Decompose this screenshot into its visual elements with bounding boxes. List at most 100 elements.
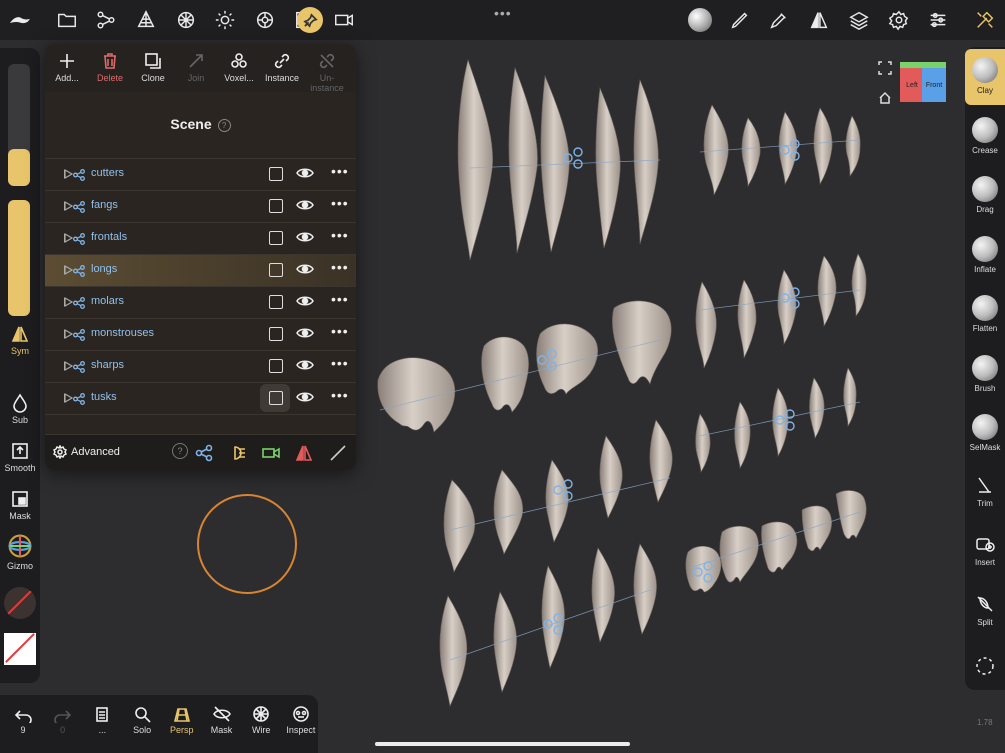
visibility-eye-icon[interactable] bbox=[296, 294, 314, 308]
settings-icon[interactable] bbox=[887, 8, 911, 32]
bottom-tool-undo[interactable]: 9 bbox=[3, 705, 43, 735]
scene-tree-icon[interactable] bbox=[94, 8, 118, 32]
tool-select-lasso[interactable] bbox=[965, 655, 1005, 680]
scene-row-cutters[interactable]: cutters ••• bbox=[45, 158, 356, 190]
select-checkbox[interactable] bbox=[269, 167, 283, 181]
material-icon[interactable] bbox=[174, 8, 198, 32]
row-more-button[interactable]: ••• bbox=[331, 291, 349, 307]
delete-button[interactable]: Delete bbox=[90, 52, 130, 83]
light-icon[interactable] bbox=[213, 8, 237, 32]
footer-help-icon[interactable]: ? bbox=[172, 443, 188, 459]
layers-icon[interactable] bbox=[847, 8, 871, 32]
tool-trim[interactable]: Trim bbox=[965, 466, 1005, 522]
scene-row-longs[interactable]: longs ••• bbox=[45, 254, 356, 286]
tool-gizmo-label: Gizmo bbox=[6, 561, 33, 571]
select-checkbox[interactable] bbox=[269, 391, 283, 405]
tool-inflate[interactable]: Inflate bbox=[965, 228, 1005, 284]
shading-icon[interactable] bbox=[253, 8, 277, 32]
scene-row-tusks[interactable]: tusks ••• bbox=[45, 382, 356, 414]
folder-icon[interactable] bbox=[55, 8, 79, 32]
scene-row-molars[interactable]: molars ••• bbox=[45, 286, 356, 318]
matcap-icon[interactable] bbox=[687, 7, 713, 33]
advanced-button[interactable]: Advanced bbox=[52, 444, 120, 460]
bottom-tool-history[interactable]: ... bbox=[82, 705, 122, 735]
symmetry-icon[interactable] bbox=[807, 8, 831, 32]
eyedropper-icon[interactable] bbox=[767, 8, 791, 32]
scene-row-sharps[interactable]: sharps ••• bbox=[45, 350, 356, 382]
row-more-button[interactable]: ••• bbox=[331, 163, 349, 179]
visibility-eye-icon[interactable] bbox=[296, 326, 314, 340]
row-more-button[interactable]: ••• bbox=[331, 227, 349, 243]
bottom-tool-mask-hide[interactable]: Mask bbox=[202, 705, 242, 735]
intensity-slider[interactable] bbox=[8, 200, 30, 316]
instance-button[interactable]: Instance bbox=[262, 52, 302, 83]
tools-icon[interactable] bbox=[973, 8, 997, 32]
tool-crease[interactable]: Crease bbox=[965, 109, 1005, 165]
texture-swatch[interactable] bbox=[4, 633, 36, 665]
radius-slider[interactable] bbox=[8, 64, 30, 186]
tool-sub[interactable]: Sub bbox=[0, 393, 40, 425]
select-checkbox[interactable] bbox=[269, 295, 283, 309]
topology-icon[interactable] bbox=[134, 8, 158, 32]
select-checkbox[interactable] bbox=[269, 327, 283, 341]
footer-symmetry-icon[interactable] bbox=[295, 444, 313, 462]
join-button[interactable]: Join bbox=[176, 52, 216, 83]
visibility-eye-icon[interactable] bbox=[296, 262, 314, 276]
tool-mask[interactable]: Mask bbox=[0, 489, 40, 521]
help-icon[interactable]: ? bbox=[217, 118, 231, 132]
tool-flatten[interactable]: Flatten bbox=[965, 287, 1005, 343]
clone-button[interactable]: Clone bbox=[133, 52, 173, 83]
visibility-eye-icon[interactable] bbox=[296, 390, 314, 404]
scene-row-fangs[interactable]: fangs ••• bbox=[45, 190, 356, 222]
home-view-icon[interactable] bbox=[878, 91, 892, 105]
tool-gizmo[interactable]: Gizmo bbox=[0, 533, 40, 571]
select-checkbox[interactable] bbox=[269, 231, 283, 245]
select-checkbox[interactable] bbox=[269, 263, 283, 277]
camera-icon[interactable] bbox=[332, 8, 356, 32]
bottom-tool-redo[interactable]: 0 bbox=[43, 705, 83, 735]
view-cube-front[interactable]: Front bbox=[922, 68, 946, 102]
view-cube-left[interactable]: Left bbox=[900, 68, 924, 102]
tool-split[interactable]: Split bbox=[965, 585, 1005, 641]
uninstance-button[interactable]: Un-instance bbox=[305, 52, 349, 93]
tool-insert[interactable]: Insert bbox=[965, 525, 1005, 581]
bottom-tool-inspect[interactable]: Inspect bbox=[281, 705, 321, 735]
fullscreen-icon[interactable] bbox=[878, 61, 892, 75]
symmetry-toggle[interactable]: Sym bbox=[0, 324, 40, 356]
visibility-eye-icon[interactable] bbox=[296, 166, 314, 180]
visibility-eye-icon[interactable] bbox=[296, 198, 314, 212]
tool-clay[interactable]: Clay bbox=[965, 49, 1005, 105]
home-indicator[interactable] bbox=[375, 742, 630, 746]
row-more-button[interactable]: ••• bbox=[331, 355, 349, 371]
tool-selmask[interactable]: SelMask bbox=[965, 406, 1005, 462]
row-more-button[interactable]: ••• bbox=[331, 323, 349, 339]
row-more-button[interactable]: ••• bbox=[331, 195, 349, 211]
bottom-tool-solo[interactable]: Solo bbox=[122, 705, 162, 735]
scene-row-monstrouses[interactable]: monstrouses ••• bbox=[45, 318, 356, 350]
footer-camera-icon[interactable] bbox=[262, 444, 280, 462]
row-more-button[interactable]: ••• bbox=[331, 259, 349, 275]
select-checkbox[interactable] bbox=[269, 359, 283, 373]
bottom-tool-persp[interactable]: Persp bbox=[162, 705, 202, 735]
scene-row-frontals[interactable]: frontals ••• bbox=[45, 222, 356, 254]
tool-smooth[interactable]: Smooth bbox=[0, 441, 40, 473]
brush-pen-icon[interactable] bbox=[728, 8, 752, 32]
sliders-icon[interactable] bbox=[926, 8, 950, 32]
view-cube[interactable]: Left Front bbox=[900, 62, 946, 102]
footer-share-icon[interactable] bbox=[195, 444, 213, 462]
select-checkbox[interactable] bbox=[269, 199, 283, 213]
footer-line-icon[interactable] bbox=[329, 444, 347, 462]
visibility-eye-icon[interactable] bbox=[296, 358, 314, 372]
row-more-button[interactable]: ••• bbox=[331, 387, 349, 403]
material-color-swatch[interactable] bbox=[4, 587, 36, 619]
tool-drag[interactable]: Drag bbox=[965, 168, 1005, 224]
nomad-logo-icon[interactable] bbox=[8, 8, 32, 32]
bottom-tool-wire[interactable]: Wire bbox=[241, 705, 281, 735]
tool-brush[interactable]: Brush bbox=[965, 347, 1005, 403]
pin-panel-button[interactable] bbox=[297, 7, 323, 33]
visibility-eye-icon[interactable] bbox=[296, 230, 314, 244]
footer-light-icon[interactable] bbox=[229, 444, 247, 462]
voxel-button[interactable]: Voxel... bbox=[219, 52, 259, 83]
add-button[interactable]: Add... bbox=[47, 52, 87, 83]
multitask-dots[interactable]: ••• bbox=[494, 5, 512, 21]
